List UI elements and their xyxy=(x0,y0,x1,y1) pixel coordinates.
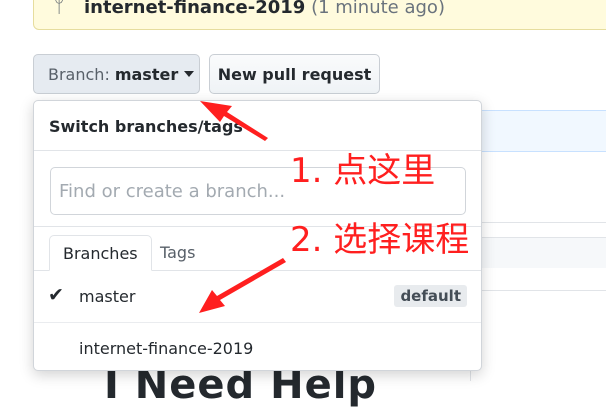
annotation-arrows xyxy=(199,101,286,313)
annotation-step1: 1. 点这里 xyxy=(290,151,436,191)
arrow-to-branch-button xyxy=(200,101,268,141)
annotation-step2: 2. 选择课程 xyxy=(290,220,470,260)
arrow-to-branch-item xyxy=(199,258,286,313)
